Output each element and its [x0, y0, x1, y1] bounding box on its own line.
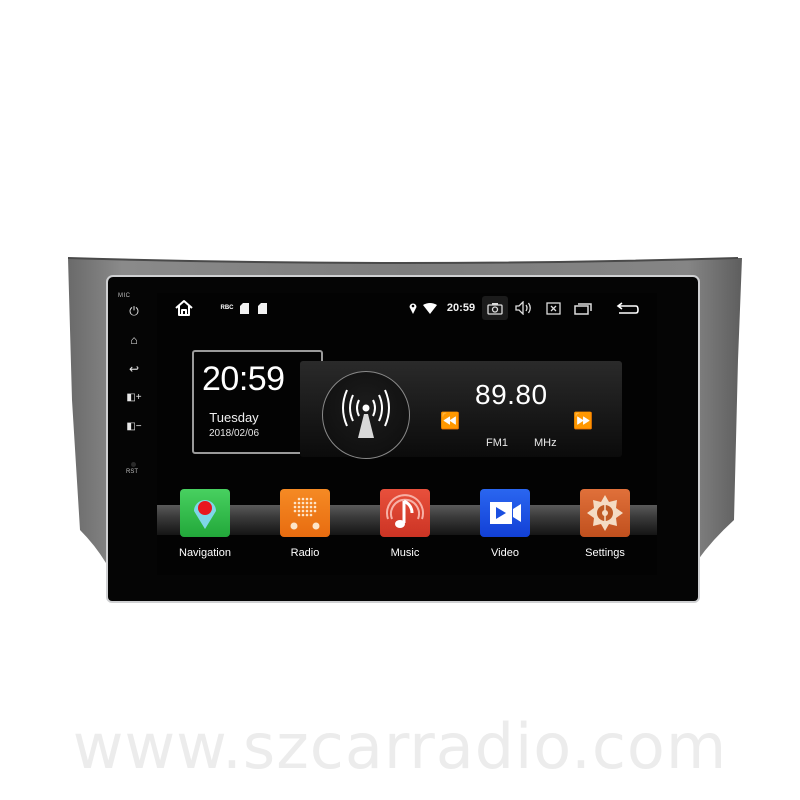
rst-label: RST [126, 469, 138, 475]
app-music[interactable]: Music [370, 489, 440, 559]
camera-icon [487, 302, 503, 315]
rbc-label: RBC [220, 305, 234, 311]
power-icon: ⏻ [129, 304, 139, 318]
recent-apps-button[interactable] [573, 299, 593, 317]
app-radio[interactable]: Radio [270, 489, 340, 559]
home-button[interactable] [173, 299, 195, 317]
status-bar: RBC 20:59 [157, 293, 657, 323]
volume-up-button[interactable]: ◧+ [126, 390, 142, 406]
location-pin-shape [409, 303, 417, 314]
app-settings[interactable]: Settings [570, 489, 640, 559]
screenshot-button[interactable] [486, 299, 504, 317]
app-video[interactable]: Video [470, 489, 540, 559]
volume-down-icon: ◧− [126, 421, 142, 432]
sd-card-icon [239, 299, 249, 317]
wifi-shape [423, 302, 437, 314]
power-button[interactable]: ⏻ [126, 303, 142, 319]
radio-app-icon [280, 489, 330, 537]
volume-icon [515, 301, 531, 315]
status-time: 20:59 [446, 302, 476, 314]
home-icon: ⌂ [130, 333, 138, 347]
close-app-button[interactable] [544, 299, 562, 317]
volume-down-button[interactable]: ◧− [126, 419, 142, 435]
app-label: Music [390, 547, 420, 559]
app-label: Radio [290, 547, 320, 559]
seek-back-icon: ⏪ [440, 413, 460, 430]
sd-card-shape [239, 302, 249, 314]
sim-card-shape [257, 302, 267, 314]
radio-dial[interactable] [322, 371, 410, 459]
video-icon [480, 489, 530, 537]
back-icon [616, 302, 639, 314]
volume-up-icon: ◧+ [126, 392, 142, 403]
gear-shape [587, 495, 623, 531]
location-icon [408, 299, 418, 317]
rbc-icon: RBC [220, 299, 234, 317]
music-icon [380, 489, 430, 537]
settings-icon [580, 489, 630, 537]
music-note-shape [386, 494, 424, 528]
radio-unit: MHz [534, 437, 557, 449]
app-label: Video [491, 547, 519, 559]
radio-widget[interactable]: 89.80 ⏪ ⏩ FM1 MHz [300, 361, 622, 459]
map-pin-shape [194, 500, 216, 529]
android-home-screen: RBC 20:59 20:59 Tuesday 2018/02/06 89.80… [157, 293, 657, 575]
sim-card-icon [257, 299, 267, 317]
app-label: Settings [585, 547, 625, 559]
seek-forward-icon: ⏩ [573, 413, 593, 430]
radio-tower-icon [342, 389, 390, 438]
clock-time: 20:59 [202, 360, 285, 398]
home-icon [175, 300, 193, 316]
clock-day: Tuesday [209, 410, 259, 425]
back-icon: ↩ [128, 362, 140, 376]
volume-button[interactable] [514, 299, 534, 317]
radio-frequency: 89.80 [475, 379, 548, 410]
mic-label: MIC [118, 293, 131, 299]
close-app-icon [545, 301, 561, 315]
back-hard-button[interactable]: ↩ [126, 361, 142, 377]
radio-band: FM1 [486, 437, 508, 449]
navigation-icon [180, 489, 230, 537]
wifi-icon [422, 299, 438, 317]
website-watermark: www.szcarradio.com [72, 710, 728, 783]
seek-back-button[interactable]: ⏪ [440, 411, 460, 431]
app-label: Navigation [179, 547, 231, 559]
clock-date: 2018/02/06 [208, 428, 260, 439]
video-camera-shape [490, 502, 521, 524]
app-navigation[interactable]: Navigation [170, 489, 240, 559]
reset-button[interactable] [131, 462, 136, 467]
seek-forward-button[interactable]: ⏩ [573, 411, 593, 431]
side-button-panel: MIC ⏻ ⌂ ↩ ◧+ ◧− RST [110, 285, 154, 585]
home-hard-button[interactable]: ⌂ [126, 332, 142, 348]
recent-apps-icon [574, 302, 592, 315]
speaker-grille-shape [290, 497, 320, 530]
back-button[interactable] [615, 299, 641, 317]
